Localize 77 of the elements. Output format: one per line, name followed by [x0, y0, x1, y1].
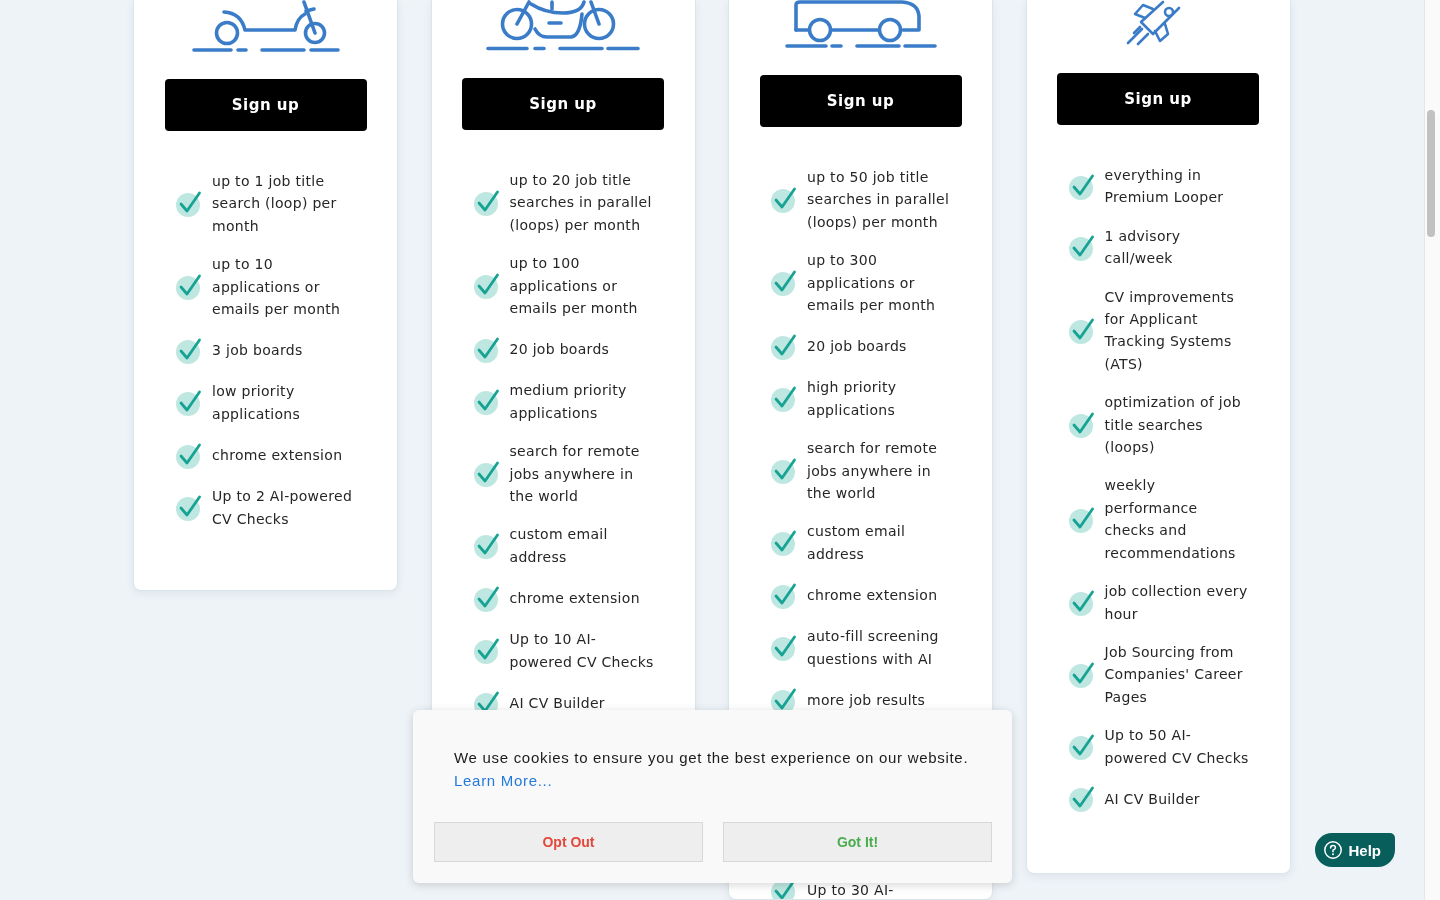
check-icon	[771, 385, 797, 413]
feature-text: chrome extension	[509, 589, 641, 609]
check-icon	[473, 460, 500, 488]
check-icon	[1068, 505, 1095, 533]
feature-text: search for remote jobs anywhere in the world	[807, 439, 939, 504]
sign-up-button[interactable]: Sign up	[759, 75, 962, 127]
learn-more-link[interactable]: Learn More...	[454, 772, 553, 789]
feature-text: up to 1 job title search (loop) per month	[212, 172, 338, 236]
feature-text: more job results	[807, 690, 927, 710]
car-icon	[784, 0, 937, 48]
check-icon	[473, 189, 500, 217]
check-icon	[771, 457, 797, 485]
sign-up-button[interactable]: Sign up	[1057, 73, 1259, 125]
feature-text: Up to 10 AI-powered CV Checks	[509, 630, 655, 672]
feature-text: Up to 30 AI-	[807, 880, 895, 899]
sign-up-button[interactable]: Sign up	[164, 79, 367, 131]
help-button[interactable]: Help	[1315, 833, 1395, 867]
feature-text: low priority applications	[212, 382, 302, 424]
sign-up-button[interactable]: Sign up	[462, 78, 664, 130]
feature-text: medium priority applications	[509, 381, 628, 423]
feature-text: chrome extension	[212, 446, 344, 466]
scrollbar-thumb[interactable]	[1427, 110, 1435, 237]
check-icon	[176, 273, 202, 301]
check-icon	[1068, 172, 1095, 200]
check-icon	[176, 190, 202, 218]
feature-text: custom email address	[509, 525, 609, 567]
feature-text: up to 20 job title searches in parallel (loops) per month	[509, 171, 653, 235]
check-icon	[1068, 785, 1095, 813]
check-icon	[1068, 411, 1095, 439]
feature-text: everything in Premium Looper	[1104, 166, 1225, 208]
check-icon	[473, 637, 500, 665]
feature-text: Up to 2 AI-powered CV Checks	[212, 487, 354, 529]
check-icon	[771, 186, 797, 214]
feature-text: job collection every hour	[1104, 582, 1249, 624]
check-icon	[473, 272, 500, 300]
check-icon	[473, 388, 500, 416]
feature-text: AI CV Builder	[1104, 789, 1201, 809]
feature-text: 3 job boards	[212, 341, 304, 361]
feature-text: chrome extension	[807, 586, 939, 606]
check-icon	[1068, 233, 1095, 261]
check-icon	[771, 581, 797, 609]
check-icon	[771, 634, 797, 662]
check-icon	[1068, 733, 1095, 761]
feature-text: auto-fill screening questions with AI	[807, 627, 940, 669]
feature-text: 1 advisory call/week	[1104, 226, 1182, 269]
feature-text: 20 job boards	[509, 340, 611, 360]
check-icon	[176, 441, 202, 469]
feature-text: Up to 50 AI-powered CV Checks	[1104, 726, 1250, 768]
help-icon	[1324, 841, 1343, 859]
feature-text: weekly performance checks and recommendations	[1104, 476, 1237, 563]
check-icon	[771, 529, 797, 557]
feature-text: CV improvements for Applicant Tracking Systems (ATS)	[1104, 287, 1236, 374]
feature-text: up to 10 applications or emails per month	[212, 255, 342, 320]
check-icon	[1068, 589, 1095, 616]
feature-text: search for remote jobs anywhere in the world	[509, 442, 641, 507]
feature-text: optimization of job title searches (loops)	[1104, 393, 1243, 458]
feature-text: Job Sourcing from Companies' Career Pages	[1104, 642, 1244, 707]
feature-text: up to 300 applications or emails per month	[807, 251, 937, 316]
cookie-message: We use cookies to ensure you get the best experience on our website. Learn More...	[454, 748, 970, 791]
check-icon	[473, 584, 500, 612]
check-icon	[176, 494, 202, 522]
feature-text: high priority applications	[807, 378, 898, 420]
check-icon	[176, 336, 202, 364]
check-icon	[473, 532, 500, 560]
motorbike-icon	[485, 0, 641, 51]
feature-text: up to 100 applications or emails per month	[509, 254, 639, 319]
scooter-icon	[190, 0, 341, 52]
check-icon	[176, 389, 202, 417]
feature-text: up to 50 job title searches in parallel (loops) per month	[807, 168, 951, 232]
feature-text: 20 job boards	[807, 337, 908, 357]
check-icon	[1068, 316, 1095, 344]
check-icon	[1068, 661, 1095, 688]
check-icon	[473, 335, 500, 363]
check-icon	[771, 332, 797, 360]
check-icon	[771, 269, 797, 297]
feature-text: AI CV Builder	[509, 693, 606, 713]
feature-text: custom email address	[807, 522, 907, 564]
